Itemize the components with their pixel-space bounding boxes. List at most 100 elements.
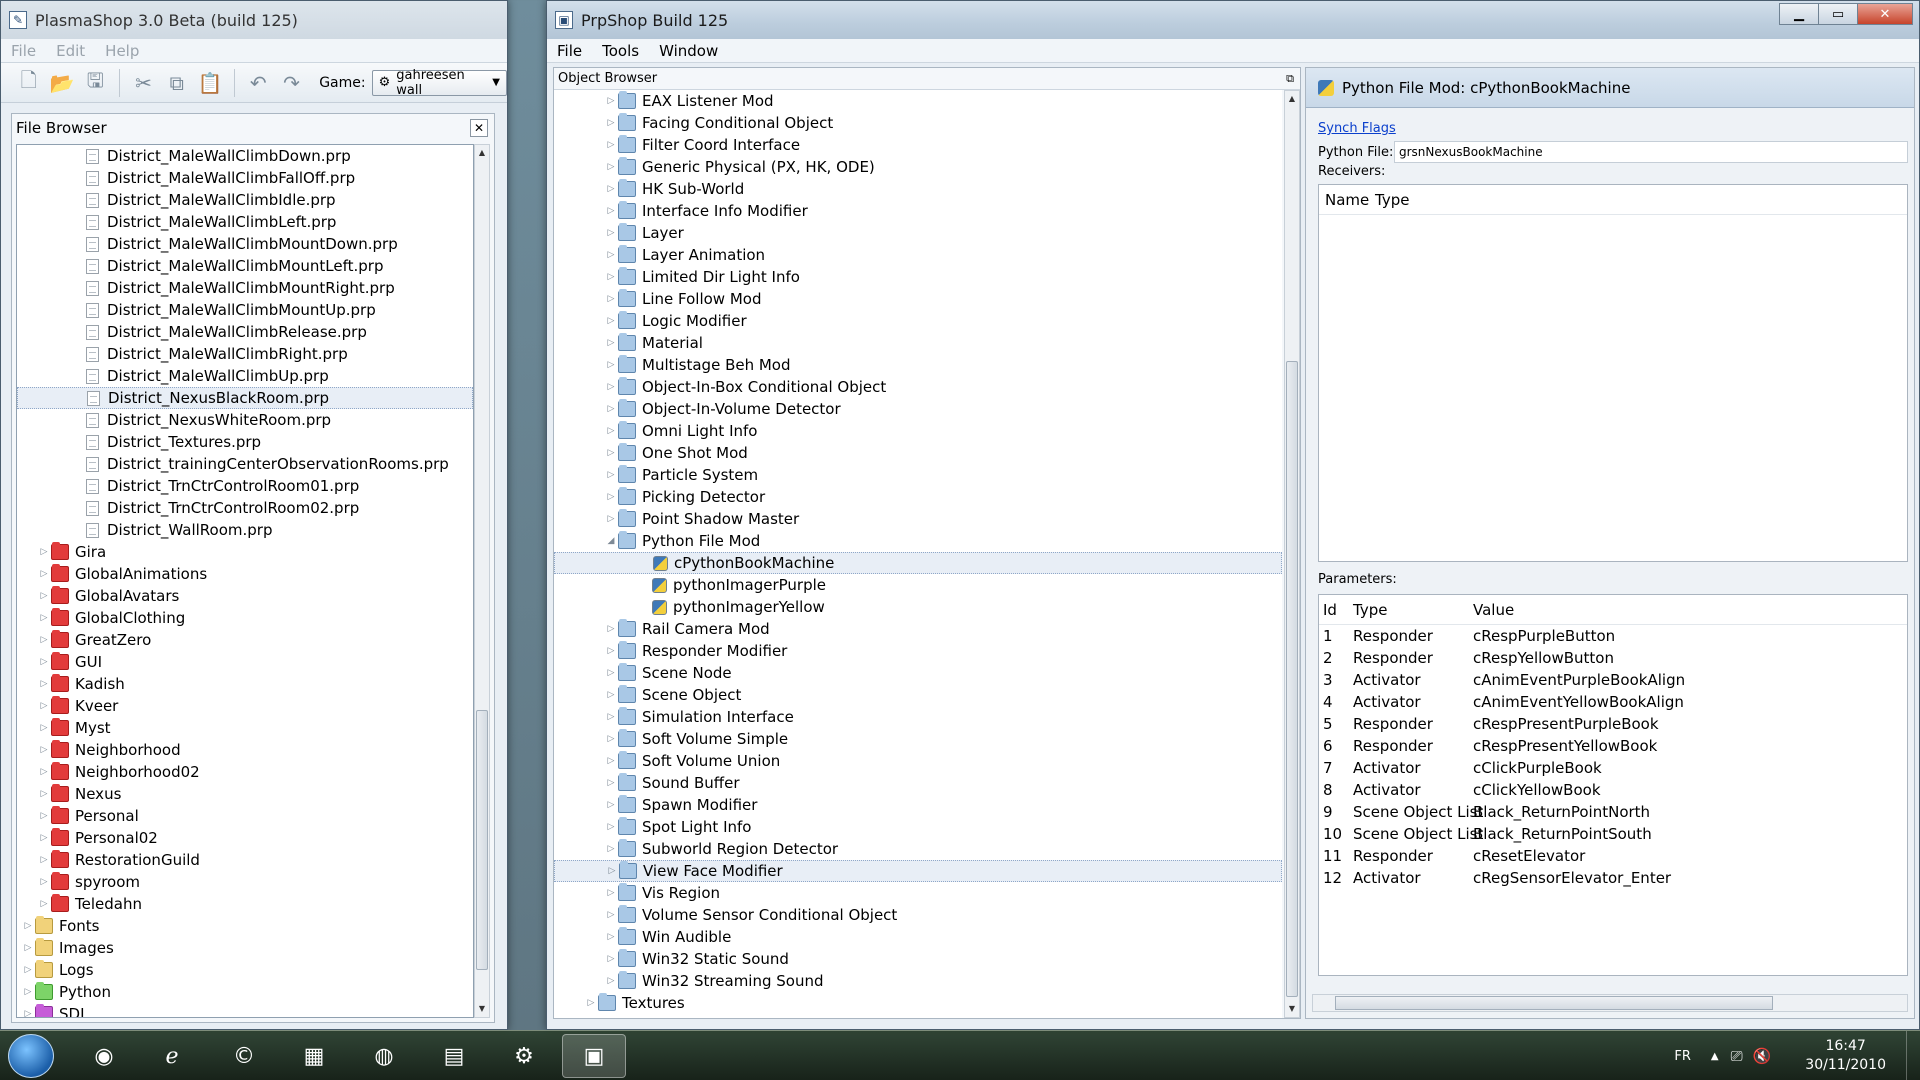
page-item[interactable]: ▷ Textures <box>554 992 1282 1014</box>
close-icon[interactable]: ✕ <box>470 119 488 137</box>
expand-arrow-icon[interactable]: ▷ <box>604 140 618 150</box>
show-desktop-button[interactable] <box>1906 1031 1920 1080</box>
expand-arrow-icon[interactable]: ▷ <box>37 899 51 909</box>
object-type-item[interactable]: ▷ Volume Sensor Conditional Object <box>554 904 1282 926</box>
expand-arrow-icon[interactable]: ▷ <box>604 646 618 656</box>
age-folder-item[interactable]: ▷ Personal02 <box>17 827 473 849</box>
expand-arrow-icon[interactable]: ▷ <box>37 569 51 579</box>
expand-arrow-icon[interactable]: ▷ <box>37 811 51 821</box>
file-item[interactable]: District_TrnCtrControlRoom01.prp <box>17 475 473 497</box>
file-item[interactable]: District_NexusWhiteRoom.prp <box>17 409 473 431</box>
plasmashop-titlebar[interactable]: ✎ PlasmaShop 3.0 Beta (build 125) <box>1 1 507 39</box>
object-type-item[interactable]: ▷ Win32 Static Sound <box>554 948 1282 970</box>
expand-arrow-icon[interactable]: ▷ <box>37 591 51 601</box>
object-type-item[interactable]: ▷ Layer Animation <box>554 244 1282 266</box>
file-item[interactable]: District_NexusBlackRoom.prp <box>17 387 473 409</box>
object-type-item[interactable]: ▷ Scene Node <box>554 662 1282 684</box>
file-item[interactable]: District_MaleWallClimbMountRight.prp <box>17 277 473 299</box>
file-item[interactable]: District_MaleWallClimbMountUp.prp <box>17 299 473 321</box>
copy-icon[interactable]: ⧉ <box>163 68 190 98</box>
expand-arrow-icon[interactable]: ▷ <box>604 404 618 414</box>
expand-arrow-icon[interactable]: ▷ <box>21 1009 35 1017</box>
explorer-icon[interactable]: ▤ <box>422 1034 486 1078</box>
column-value[interactable]: Value <box>1473 601 1907 619</box>
expand-arrow-icon[interactable]: ▷ <box>605 866 619 876</box>
object-type-item[interactable]: ▷ Multistage Beh Mod <box>554 354 1282 376</box>
object-type-item[interactable]: ▷ Subworld Region Detector <box>554 838 1282 860</box>
parameter-row[interactable]: 9 Scene Object List Black_ReturnPointNorth <box>1319 801 1907 823</box>
new-file-icon[interactable]: 🗋 <box>15 68 42 98</box>
expand-arrow-icon[interactable]: ▷ <box>604 250 618 260</box>
column-id[interactable]: Id <box>1319 601 1353 619</box>
expand-arrow-icon[interactable]: ▷ <box>604 514 618 524</box>
python-object-item[interactable]: pythonImagerPurple <box>554 574 1282 596</box>
file-item[interactable]: District_MaleWallClimbUp.prp <box>17 365 473 387</box>
object-type-item[interactable]: ▷ One Shot Mod <box>554 442 1282 464</box>
close-button[interactable]: ✕ <box>1857 3 1913 25</box>
parameter-row[interactable]: 12 Activator cRegSensorElevator_Enter <box>1319 867 1907 889</box>
expand-arrow-icon[interactable]: ▷ <box>604 228 618 238</box>
expand-arrow-icon[interactable]: ▷ <box>604 316 618 326</box>
expand-arrow-icon[interactable]: ▷ <box>604 470 618 480</box>
scrollbar-thumb[interactable] <box>1286 361 1298 997</box>
age-folder-item[interactable]: ▷ Neighborhood02 <box>17 761 473 783</box>
menu-file[interactable]: File <box>547 42 592 60</box>
object-type-item[interactable]: ▷ Facing Conditional Object <box>554 112 1282 134</box>
expand-arrow-icon[interactable]: ▷ <box>604 756 618 766</box>
language-indicator[interactable]: FR <box>1674 1049 1691 1064</box>
age-folder-item[interactable]: ▷ Gira <box>17 541 473 563</box>
file-item[interactable]: District_MaleWallClimbFallOff.prp <box>17 167 473 189</box>
object-type-item[interactable]: ◢ Python File Mod <box>554 530 1282 552</box>
column-type[interactable]: Type <box>1375 191 1409 209</box>
expand-arrow-icon[interactable]: ▷ <box>604 932 618 942</box>
expand-arrow-icon[interactable]: ▷ <box>604 888 618 898</box>
expand-arrow-icon[interactable]: ▷ <box>604 448 618 458</box>
folder-item[interactable]: ▷ Images <box>17 937 473 959</box>
age-folder-item[interactable]: ▷ Kveer <box>17 695 473 717</box>
expand-arrow-icon[interactable]: ▷ <box>37 789 51 799</box>
redo-icon[interactable]: ↷ <box>278 68 305 98</box>
age-folder-item[interactable]: ▷ GlobalAvatars <box>17 585 473 607</box>
expand-arrow-icon[interactable]: ▷ <box>37 855 51 865</box>
expand-arrow-icon[interactable]: ▷ <box>604 426 618 436</box>
synch-flags-label[interactable]: Synch Flags <box>1318 121 1396 136</box>
folder-item[interactable]: ▷ Python <box>17 981 473 1003</box>
age-folder-item[interactable]: ▷ Myst <box>17 717 473 739</box>
expand-arrow-icon[interactable]: ▷ <box>604 624 618 634</box>
object-type-item[interactable]: ▷ Spawn Modifier <box>554 794 1282 816</box>
cut-icon[interactable]: ✂ <box>130 68 157 98</box>
ccleaner-icon[interactable]: © <box>212 1034 276 1078</box>
age-folder-item[interactable]: ▷ GreatZero <box>17 629 473 651</box>
expand-arrow-icon[interactable]: ▷ <box>604 954 618 964</box>
collapse-arrow-icon[interactable]: ◢ <box>604 536 618 546</box>
expand-arrow-icon[interactable]: ▷ <box>604 492 618 502</box>
prpshop-taskbar-icon[interactable]: ▣ <box>562 1034 626 1078</box>
expand-arrow-icon[interactable]: ▷ <box>604 184 618 194</box>
plasmashop-taskbar-icon[interactable]: ⚙ <box>492 1034 556 1078</box>
object-type-item[interactable]: ▷ Simulation Interface <box>554 706 1282 728</box>
object-type-item[interactable]: ▷ Soft Volume Simple <box>554 728 1282 750</box>
maximize-button[interactable]: ▭ <box>1818 3 1858 25</box>
expand-arrow-icon[interactable]: ▷ <box>21 965 35 975</box>
file-item[interactable]: District_MaleWallClimbDown.prp <box>17 145 473 167</box>
file-item[interactable]: District_MaleWallClimbMountDown.prp <box>17 233 473 255</box>
scroll-down-icon[interactable]: ▼ <box>1285 1001 1299 1017</box>
expand-arrow-icon[interactable]: ▷ <box>37 679 51 689</box>
object-type-item[interactable]: ▷ Vis Region <box>554 882 1282 904</box>
firefox-icon[interactable]: ◍ <box>352 1034 416 1078</box>
expand-arrow-icon[interactable]: ▷ <box>604 118 618 128</box>
parameter-row[interactable]: 5 Responder cRespPresentPurpleBook <box>1319 713 1907 735</box>
expand-arrow-icon[interactable]: ▷ <box>21 943 35 953</box>
object-type-item[interactable]: ▷ Limited Dir Light Info <box>554 266 1282 288</box>
object-type-item[interactable]: ▷ Particle System <box>554 464 1282 486</box>
expand-arrow-icon[interactable]: ▷ <box>37 657 51 667</box>
file-tree-scrollbar[interactable]: ▲ ▼ <box>474 144 490 1018</box>
column-name[interactable]: Name <box>1319 191 1375 209</box>
expand-arrow-icon[interactable]: ▷ <box>604 844 618 854</box>
expand-arrow-icon[interactable]: ▷ <box>604 778 618 788</box>
synch-flags-link[interactable]: Synch Flags <box>1318 118 1396 136</box>
expand-arrow-icon[interactable]: ▷ <box>604 272 618 282</box>
object-type-item[interactable]: ▷ Object-In-Volume Detector <box>554 398 1282 420</box>
file-item[interactable]: District_Textures.prp <box>17 431 473 453</box>
minimize-button[interactable]: ▁ <box>1779 3 1819 25</box>
